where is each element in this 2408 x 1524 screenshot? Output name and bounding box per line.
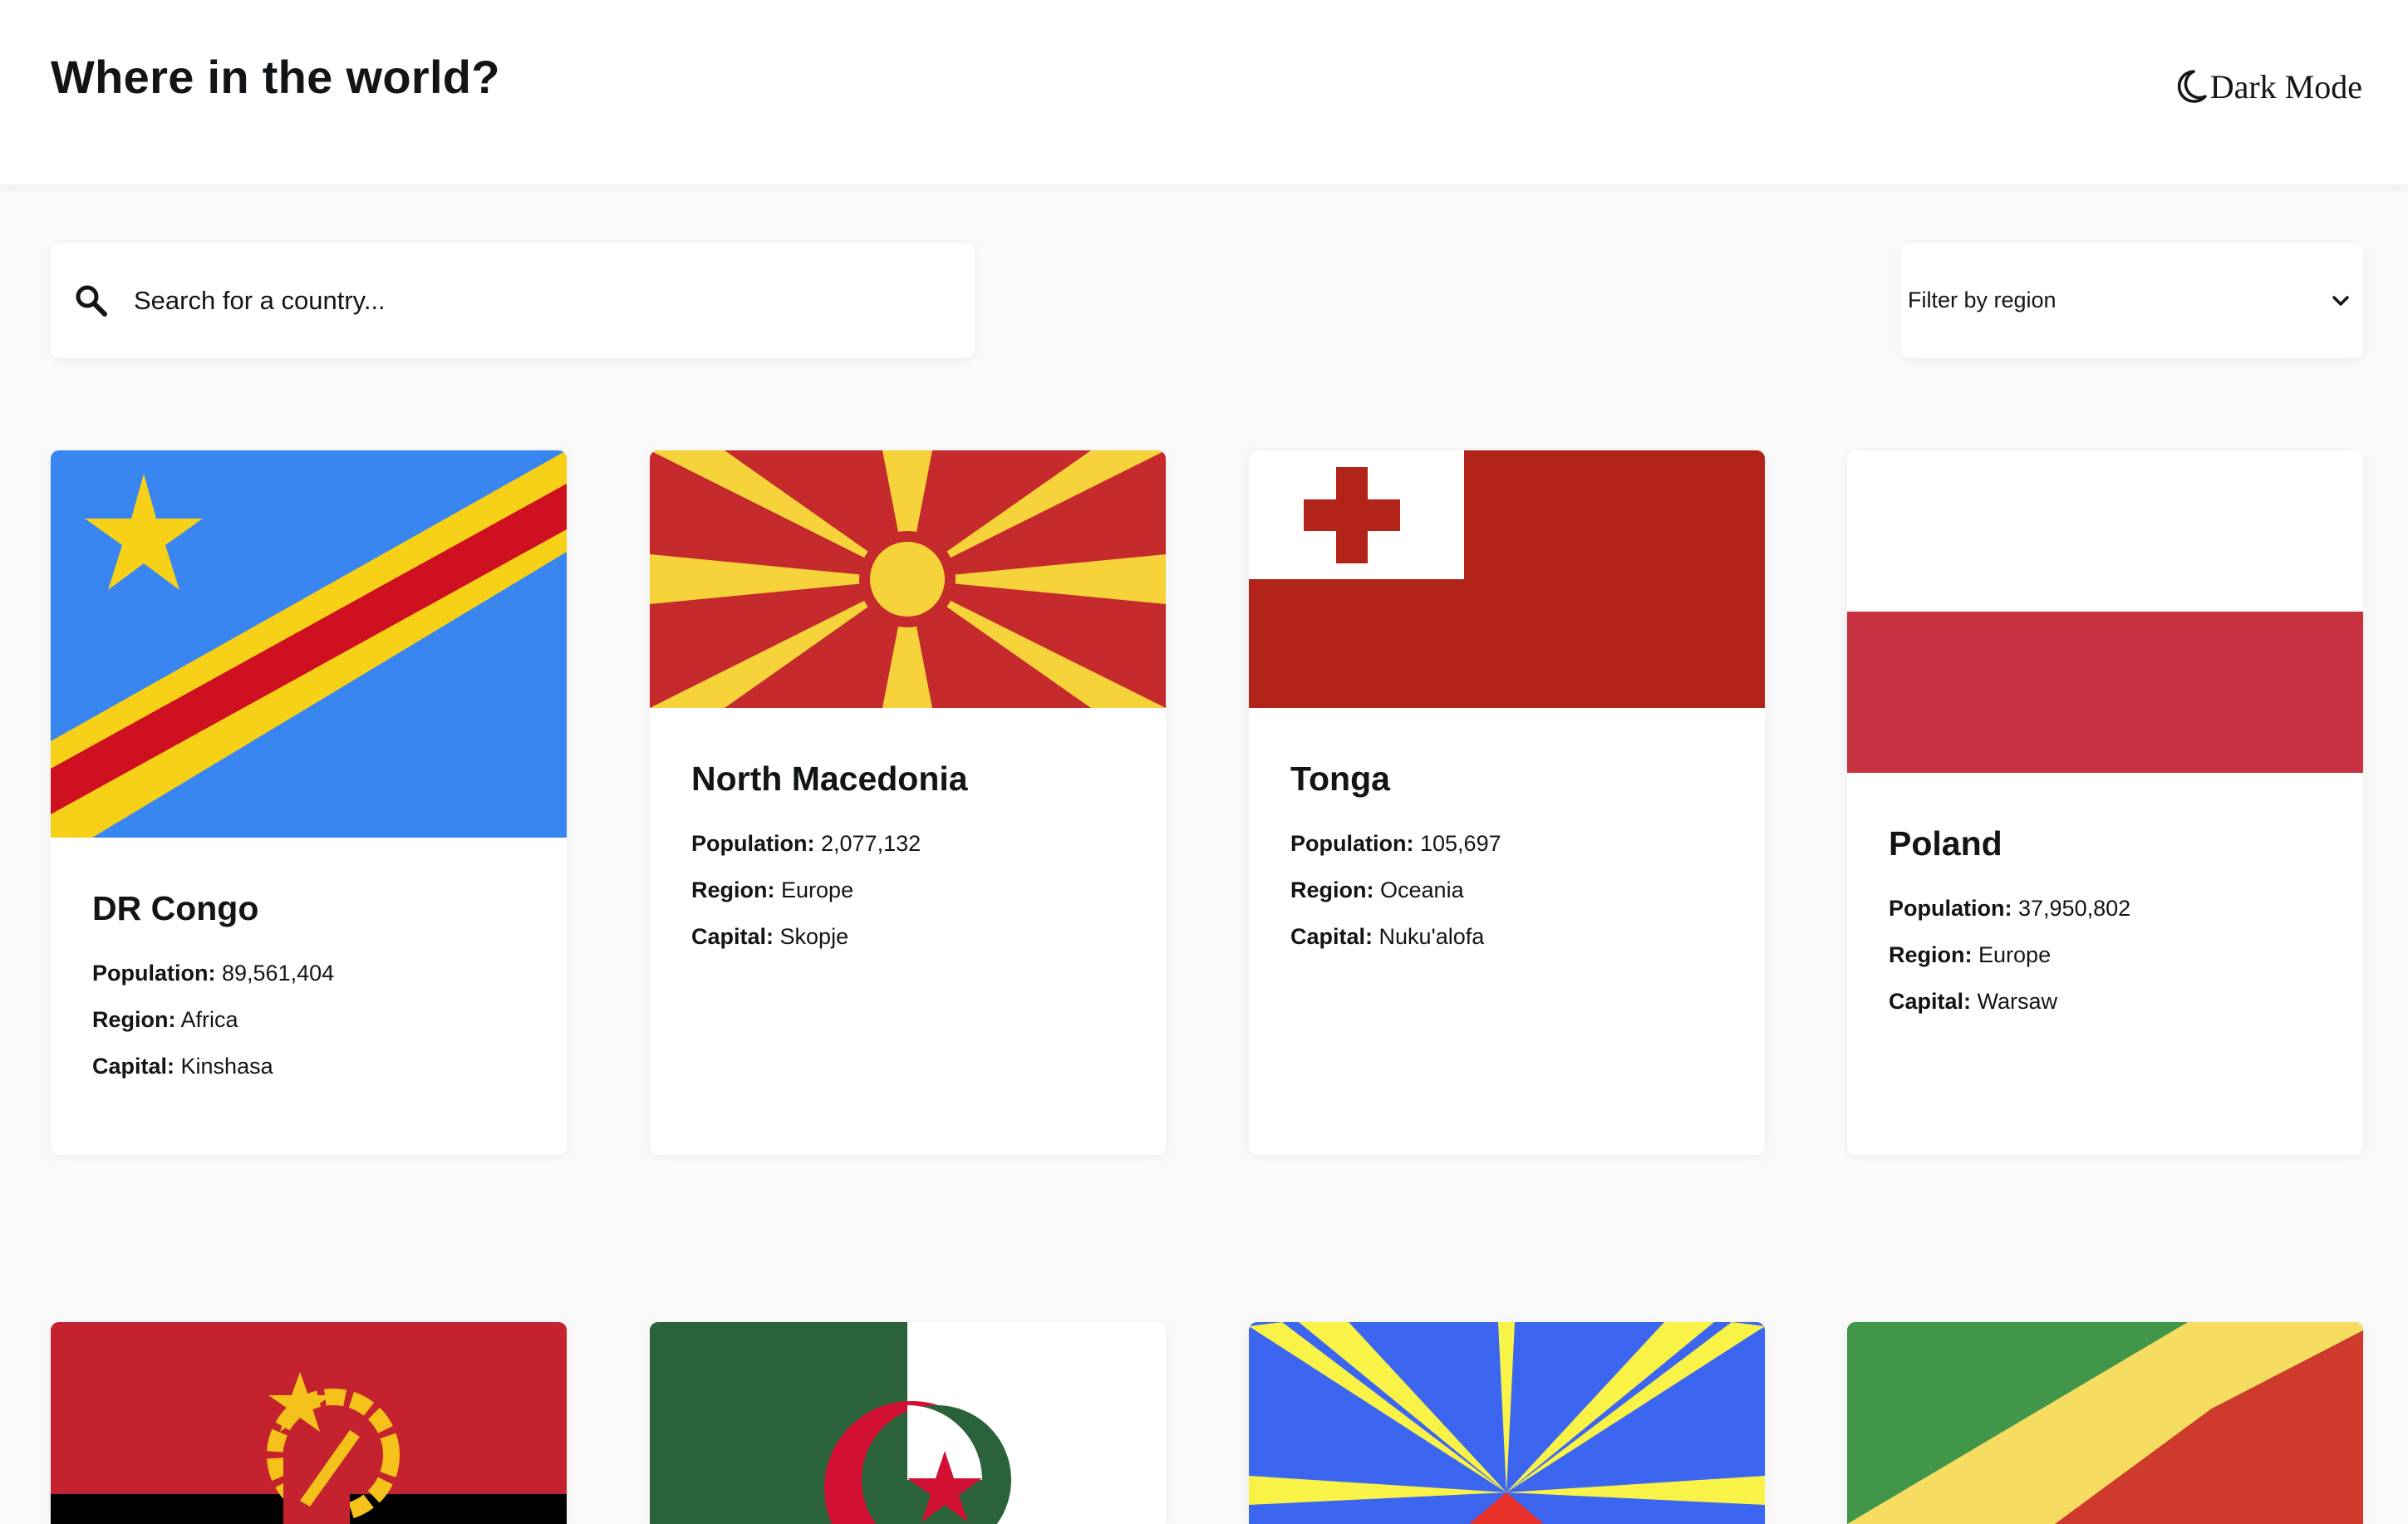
flag-algeria bbox=[650, 1322, 1166, 1524]
population-row: Population: 89,561,404 bbox=[92, 961, 335, 986]
population-row: Population: 37,950,802 bbox=[1889, 896, 2131, 921]
flag-tonga bbox=[1249, 450, 1765, 708]
country-card-tonga[interactable]: Tonga Population: 105,697 Region: Oceani… bbox=[1249, 450, 1765, 1155]
country-name: DR Congo bbox=[92, 889, 259, 927]
country-card-north-macedonia[interactable]: North Macedonia Population: 2,077,132 Re… bbox=[650, 450, 1166, 1155]
region-row: Region: Oceania bbox=[1290, 878, 1464, 902]
population-row: Population: 2,077,132 bbox=[691, 831, 921, 856]
country-card-dr-congo[interactable]: DR Congo Population: 89,561,404 Region: … bbox=[51, 450, 567, 1155]
region-row: Region: Europe bbox=[1889, 942, 2052, 967]
country-card-algeria[interactable] bbox=[650, 1322, 1166, 1524]
region-row: Region: Europe bbox=[691, 878, 854, 902]
country-card-poland[interactable]: Poland Population: 37,950,802 Region: Eu… bbox=[1847, 450, 2363, 1155]
flag-angola bbox=[51, 1322, 567, 1524]
flag-dr-congo bbox=[51, 450, 567, 838]
country-card-congo[interactable] bbox=[1847, 1322, 2363, 1524]
flag-poland bbox=[1847, 450, 2363, 773]
country-name: North Macedonia bbox=[691, 760, 968, 798]
country-name: Poland bbox=[1889, 824, 2003, 863]
page-title: Where in the world? bbox=[51, 51, 500, 103]
moon-icon bbox=[2175, 68, 2209, 105]
search-input[interactable] bbox=[132, 284, 925, 317]
header: Where in the world? Dark Mode bbox=[0, 0, 2408, 184]
flag-north-macedonia bbox=[650, 450, 1166, 708]
country-card-angola[interactable] bbox=[51, 1322, 567, 1524]
flag-reunion bbox=[1249, 1322, 1765, 1524]
capital-row: Capital: Kinshasa bbox=[92, 1054, 273, 1079]
region-filter-select[interactable]: Filter by region bbox=[1901, 243, 2363, 358]
dark-mode-label: Dark Mode bbox=[2209, 67, 2362, 106]
search-icon bbox=[74, 283, 109, 318]
capital-row: Capital: Skopje bbox=[691, 924, 849, 949]
country-name: Tonga bbox=[1290, 760, 1390, 798]
search-box[interactable] bbox=[51, 243, 975, 358]
country-card-reunion[interactable] bbox=[1249, 1322, 1765, 1524]
capital-row: Capital: Nuku'alofa bbox=[1290, 924, 1485, 949]
region-row: Region: Africa bbox=[92, 1007, 238, 1032]
chevron-down-icon bbox=[2332, 295, 2350, 307]
dark-mode-toggle[interactable]: Dark Mode bbox=[2175, 63, 2362, 110]
capital-row: Capital: Warsaw bbox=[1889, 989, 2058, 1014]
flag-congo bbox=[1847, 1322, 2363, 1524]
population-row: Population: 105,697 bbox=[1290, 831, 1501, 856]
region-filter-label: Filter by region bbox=[1908, 288, 2057, 312]
